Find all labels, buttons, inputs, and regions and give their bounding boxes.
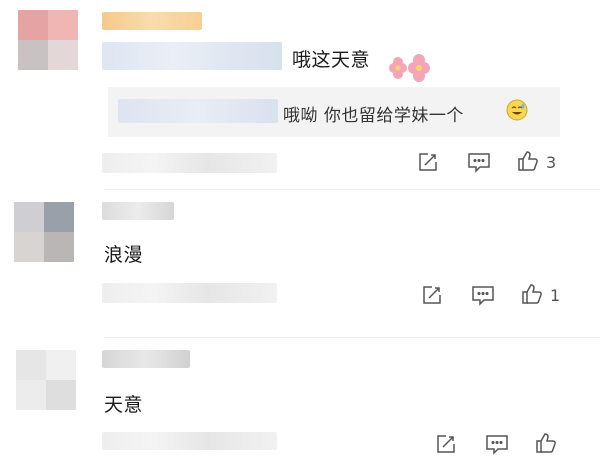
- reply-quote[interactable]: 哦呦 你也留给学妹一个: [108, 87, 560, 137]
- like-count: 1: [550, 286, 561, 305]
- quote-author-blurred: [118, 99, 278, 123]
- reply-edit-icon[interactable]: [420, 283, 444, 307]
- like-count: 3: [546, 153, 557, 172]
- avatar[interactable]: [14, 202, 74, 262]
- comment-text: 浪漫: [104, 244, 144, 266]
- comment-icon[interactable]: [470, 283, 496, 307]
- reply-edit-icon[interactable]: [416, 150, 440, 174]
- sweat-smile-emoji: [506, 99, 528, 125]
- thumbs-up-icon: [520, 282, 544, 306]
- username-blurred[interactable]: [102, 12, 202, 30]
- comment-item: 哦这天意 哦呦 你也留给学妹一个 3: [0, 0, 600, 190]
- flower-emoji: [380, 52, 432, 90]
- comment-item: 浪漫 1: [0, 190, 600, 340]
- comment-item: 天意: [0, 338, 600, 459]
- reply-edit-icon[interactable]: [434, 432, 458, 456]
- comment-text: 天意: [104, 394, 144, 416]
- meta-blurred: [102, 153, 277, 173]
- reply-quote-text: 哦呦 你也留给学妹一个: [283, 106, 464, 126]
- like-button[interactable]: [520, 282, 544, 306]
- like-button[interactable]: [516, 149, 540, 173]
- comment-icon[interactable]: [484, 432, 510, 456]
- mention-blurred[interactable]: [102, 42, 282, 70]
- comment-icon[interactable]: [466, 150, 492, 174]
- thumbs-up-icon: [534, 431, 558, 455]
- username-blurred[interactable]: [102, 202, 174, 220]
- thumbs-up-icon: [516, 149, 540, 173]
- like-button[interactable]: [534, 431, 558, 455]
- comment-text: 哦这天意: [292, 49, 371, 71]
- username-blurred[interactable]: [102, 350, 190, 368]
- avatar[interactable]: [18, 10, 78, 70]
- meta-blurred: [102, 283, 277, 303]
- avatar[interactable]: [16, 350, 76, 410]
- meta-blurred: [102, 432, 277, 450]
